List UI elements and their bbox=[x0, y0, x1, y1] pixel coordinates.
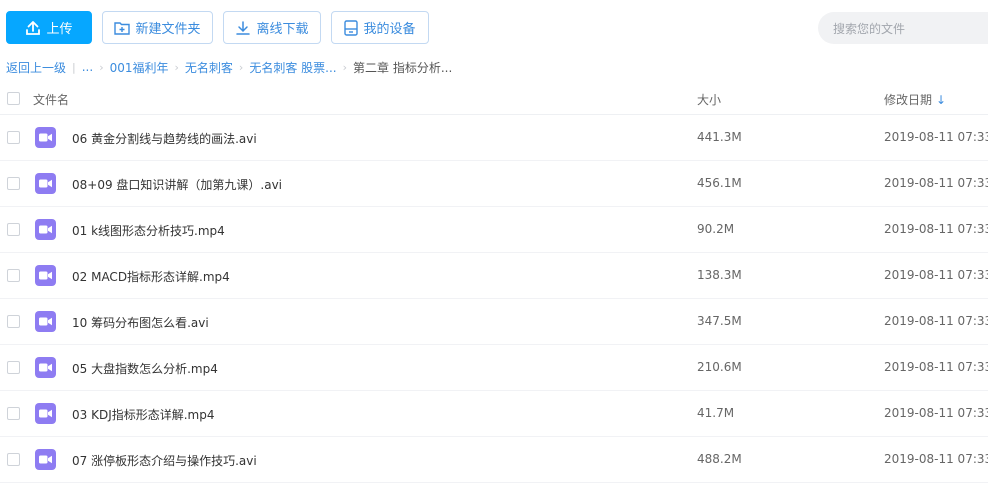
row-checkbox[interactable] bbox=[7, 361, 20, 374]
video-file-icon bbox=[35, 449, 56, 470]
new-folder-label: 新建文件夹 bbox=[135, 22, 201, 37]
new-folder-button[interactable]: 新建文件夹 bbox=[102, 11, 213, 44]
back-link[interactable]: 返回上一级 bbox=[6, 59, 66, 76]
file-row[interactable]: 06 黄金分割线与趋势线的画法.avi 441.3M 2019-08-11 07… bbox=[0, 115, 988, 161]
chevron-right-icon: › bbox=[174, 60, 179, 74]
video-file-icon bbox=[35, 219, 56, 240]
file-name[interactable]: 10 筹码分布图怎么看.avi bbox=[72, 314, 209, 331]
offline-download-label: 离线下载 bbox=[256, 22, 309, 37]
chevron-right-icon: › bbox=[99, 60, 104, 74]
video-file-icon bbox=[35, 127, 56, 148]
file-row[interactable]: 01 k线图形态分析技巧.mp4 90.2M 2019-08-11 07:33 bbox=[0, 207, 988, 253]
upload-button[interactable]: 上传 bbox=[6, 11, 92, 44]
breadcrumb-item[interactable]: 无名刺客 股票... bbox=[249, 59, 336, 76]
folder-plus-icon bbox=[114, 21, 131, 35]
file-row[interactable]: 10 筹码分布图怎么看.avi 347.5M 2019-08-11 07:33 bbox=[0, 299, 988, 345]
chevron-right-icon: › bbox=[342, 60, 347, 74]
row-checkbox[interactable] bbox=[7, 407, 20, 420]
my-devices-label: 我的设备 bbox=[363, 22, 416, 37]
video-file-icon bbox=[35, 311, 56, 332]
file-size: 441.3M bbox=[697, 130, 742, 144]
breadcrumb-item[interactable]: 无名刺客 bbox=[185, 59, 233, 76]
column-header-name[interactable]: 文件名 bbox=[33, 91, 69, 108]
column-header-date-label: 修改日期 bbox=[884, 93, 933, 107]
my-devices-button[interactable]: 我的设备 bbox=[331, 11, 429, 44]
file-name[interactable]: 07 涨停板形态介绍与操作技巧.avi bbox=[72, 452, 257, 469]
file-row[interactable]: 07 涨停板形态介绍与操作技巧.avi 488.2M 2019-08-11 07… bbox=[0, 437, 988, 483]
file-name[interactable]: 03 KDJ指标形态详解.mp4 bbox=[72, 406, 215, 423]
upload-icon bbox=[25, 20, 41, 36]
select-all-checkbox[interactable] bbox=[7, 92, 20, 105]
file-name[interactable]: 05 大盘指数怎么分析.mp4 bbox=[72, 360, 218, 377]
file-row[interactable]: 02 MACD指标形态详解.mp4 138.3M 2019-08-11 07:3… bbox=[0, 253, 988, 299]
search-input[interactable]: 搜索您的文件 bbox=[818, 12, 988, 44]
row-checkbox[interactable] bbox=[7, 269, 20, 282]
file-size: 488.2M bbox=[697, 452, 742, 466]
file-name[interactable]: 06 黄金分割线与趋势线的画法.avi bbox=[72, 130, 257, 147]
row-checkbox[interactable] bbox=[7, 315, 20, 328]
file-size: 456.1M bbox=[697, 176, 742, 190]
file-name[interactable]: 08+09 盘口知识讲解（加第九课）.avi bbox=[72, 176, 282, 193]
breadcrumb-separator: | bbox=[72, 60, 76, 74]
file-date: 2019-08-11 07:33 bbox=[884, 406, 988, 420]
file-name[interactable]: 01 k线图形态分析技巧.mp4 bbox=[72, 222, 225, 239]
file-date: 2019-08-11 07:33 bbox=[884, 268, 988, 282]
row-checkbox[interactable] bbox=[7, 131, 20, 144]
video-file-icon bbox=[35, 265, 56, 286]
file-size: 347.5M bbox=[697, 314, 742, 328]
search-placeholder: 搜索您的文件 bbox=[833, 21, 906, 36]
device-icon bbox=[344, 19, 359, 36]
file-size: 210.6M bbox=[697, 360, 742, 374]
column-header-date[interactable]: 修改日期 ↓ bbox=[884, 91, 946, 108]
toolbar: 上传 新建文件夹 离线下载 我的设备 搜索您的文件 bbox=[0, 0, 988, 56]
breadcrumb-current: 第二章 指标分析... bbox=[353, 60, 453, 75]
breadcrumb: 返回上一级 | ... › 001福利年 › 无名刺客 › 无名刺客 股票...… bbox=[6, 58, 452, 76]
upload-label: 上传 bbox=[46, 22, 73, 37]
video-file-icon bbox=[35, 173, 56, 194]
file-size: 90.2M bbox=[697, 222, 735, 236]
breadcrumb-item[interactable]: 001福利年 bbox=[110, 59, 169, 76]
column-header-size[interactable]: 大小 bbox=[697, 91, 721, 108]
file-date: 2019-08-11 07:33 bbox=[884, 360, 988, 374]
row-checkbox[interactable] bbox=[7, 453, 20, 466]
file-size: 41.7M bbox=[697, 406, 735, 420]
file-date: 2019-08-11 07:33 bbox=[884, 222, 988, 236]
video-file-icon bbox=[35, 357, 56, 378]
file-row[interactable]: 05 大盘指数怎么分析.mp4 210.6M 2019-08-11 07:33 bbox=[0, 345, 988, 391]
file-date: 2019-08-11 07:33 bbox=[884, 314, 988, 328]
file-row[interactable]: 08+09 盘口知识讲解（加第九课）.avi 456.1M 2019-08-11… bbox=[0, 161, 988, 207]
file-list: 06 黄金分割线与趋势线的画法.avi 441.3M 2019-08-11 07… bbox=[0, 115, 988, 483]
sort-down-icon: ↓ bbox=[936, 92, 947, 107]
row-checkbox[interactable] bbox=[7, 177, 20, 190]
offline-download-button[interactable]: 离线下载 bbox=[223, 11, 321, 44]
chevron-right-icon: › bbox=[238, 60, 244, 74]
row-checkbox[interactable] bbox=[7, 223, 20, 236]
file-date: 2019-08-11 07:33 bbox=[884, 452, 988, 466]
download-icon bbox=[235, 20, 251, 36]
file-size: 138.3M bbox=[697, 268, 742, 282]
video-file-icon bbox=[35, 403, 56, 424]
file-date: 2019-08-11 07:33 bbox=[884, 130, 988, 144]
breadcrumb-ellipsis[interactable]: ... bbox=[82, 60, 93, 74]
file-name[interactable]: 02 MACD指标形态详解.mp4 bbox=[72, 268, 230, 285]
file-row[interactable]: 03 KDJ指标形态详解.mp4 41.7M 2019-08-11 07:33 bbox=[0, 391, 988, 437]
table-header: 文件名 大小 修改日期 ↓ bbox=[0, 84, 988, 115]
file-date: 2019-08-11 07:33 bbox=[884, 176, 988, 190]
